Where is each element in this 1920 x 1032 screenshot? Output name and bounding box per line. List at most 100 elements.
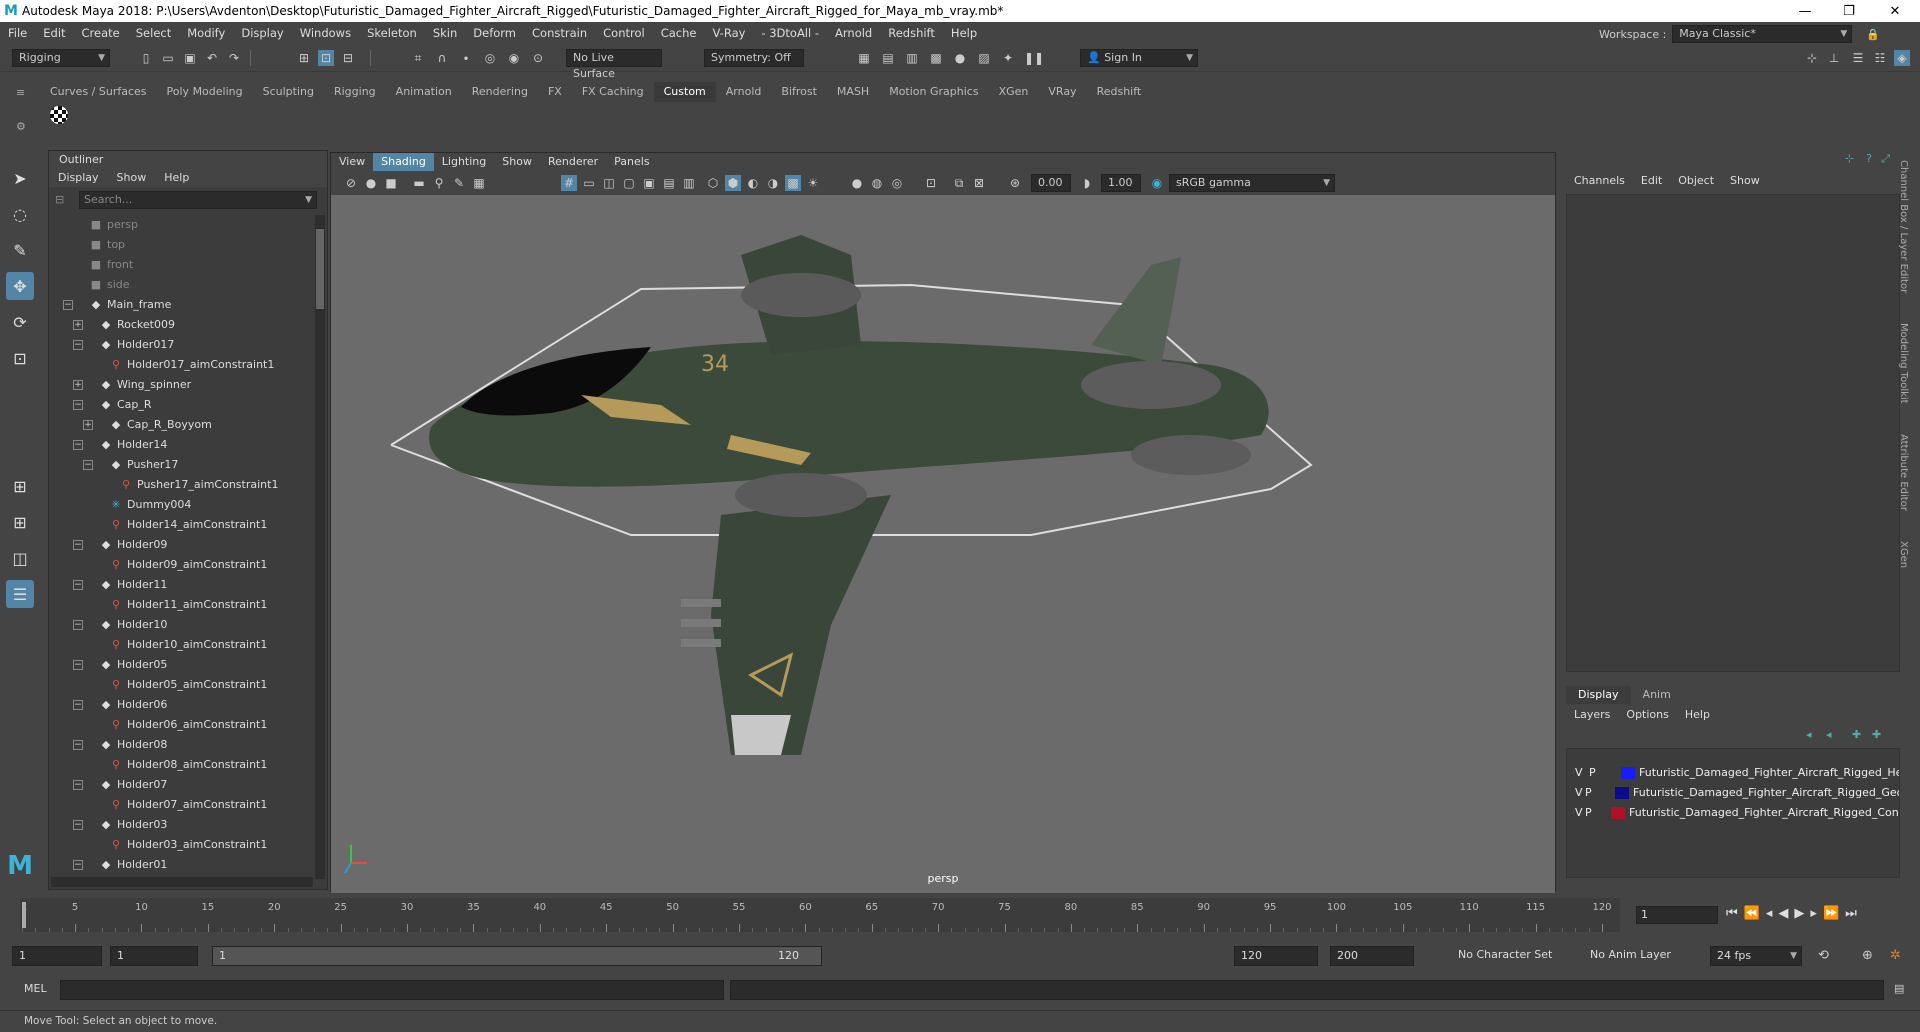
default-material-icon[interactable]: ◐ <box>745 175 761 191</box>
outliner-row[interactable]: ■ top <box>49 235 315 255</box>
outliner-search-input[interactable]: Search... ▼ <box>79 191 317 209</box>
current-frame-field[interactable]: 1 <box>1636 906 1718 924</box>
menu-select[interactable]: Select <box>128 22 179 44</box>
outliner-row[interactable]: − ◆ Holder01 <box>49 855 315 875</box>
outliner-row[interactable]: ⚲ Holder05_aimConstraint1 <box>49 675 315 695</box>
outliner-row[interactable]: − ◆ Main_frame <box>49 295 315 315</box>
lock-icon[interactable]: 🔒 <box>1866 28 1880 41</box>
render-settings-icon[interactable]: ▩ <box>928 50 944 66</box>
outliner-row[interactable]: + ◆ Cap_R_Boyyom <box>49 415 315 435</box>
menu-edit[interactable]: Edit <box>35 22 73 44</box>
shelf-tab-fx[interactable]: FX <box>538 82 572 102</box>
step-forward-frame-icon[interactable]: ▸ <box>1810 906 1817 921</box>
script-editor-icon[interactable]: ▤ <box>1894 982 1904 995</box>
collapse-icon[interactable]: − <box>73 700 83 710</box>
camera-select-icon[interactable]: ⊘ <box>343 175 359 191</box>
expand-icon[interactable]: + <box>83 420 93 430</box>
select-tool-icon[interactable]: ➤ <box>6 164 34 192</box>
character-set-dropdown[interactable]: No Character Set <box>1452 946 1562 966</box>
menu-deform[interactable]: Deform <box>465 22 524 44</box>
close-button[interactable]: ✕ <box>1872 0 1918 22</box>
outliner-row[interactable]: ⚲ Holder10_aimConstraint1 <box>49 635 315 655</box>
shelf-tab-rigging[interactable]: Rigging <box>324 82 386 102</box>
vray-ipr-icon[interactable]: ✦ <box>1000 50 1016 66</box>
layer-visibility-toggle[interactable]: V <box>1575 763 1583 783</box>
outliner-menu-display[interactable]: Display <box>49 169 108 187</box>
xray-icon[interactable]: ⧉ <box>951 175 967 191</box>
safe-action-icon[interactable]: ▤ <box>661 175 677 191</box>
resolution-gate-icon[interactable]: ◫ <box>601 175 617 191</box>
side-tab-attribute-editor[interactable]: Attribute Editor <box>1898 434 1909 511</box>
menu-windows[interactable]: Windows <box>292 22 359 44</box>
attribute-editor-icon[interactable]: ⊥ <box>1826 50 1842 66</box>
outliner-row[interactable]: ■ persp <box>49 215 315 235</box>
expand-icon[interactable]: + <box>73 320 83 330</box>
scene-start-field[interactable]: 1 <box>12 946 102 966</box>
viewport-menu-show[interactable]: Show <box>494 153 540 171</box>
outliner-row[interactable]: − ◆ Holder08 <box>49 735 315 755</box>
smooth-shade-icon[interactable]: ⬢ <box>725 175 741 191</box>
mel-label[interactable]: MEL <box>24 982 47 995</box>
viewport-3d-scene[interactable]: 34 persp <box>331 195 1555 893</box>
channel-box-icon[interactable]: ☷ <box>1872 50 1888 66</box>
channel-box-help-icon[interactable]: ? <box>1866 152 1872 165</box>
minimize-button[interactable]: — <box>1782 0 1828 22</box>
play-forward-icon[interactable]: ▶ <box>1794 906 1804 921</box>
loop-icon[interactable]: ⟲ <box>1818 948 1829 963</box>
menu-modify[interactable]: Modify <box>179 22 233 44</box>
rotate-tool-icon[interactable]: ⟳ <box>6 308 34 336</box>
outliner-row[interactable]: − ◆ Cap_R <box>49 395 315 415</box>
outliner-layout-icon[interactable]: ☰ <box>6 580 34 608</box>
select-hierarchy-icon[interactable]: ⊞ <box>296 50 312 66</box>
animation-prefs-icon[interactable]: ✲ <box>1890 948 1901 963</box>
collapse-icon[interactable]: − <box>63 300 73 310</box>
outliner-row[interactable]: ⚲ Holder06_aimConstraint1 <box>49 715 315 735</box>
image-plane-icon[interactable]: ▬ <box>411 175 427 191</box>
menu-cache[interactable]: Cache <box>653 22 705 44</box>
grid-icon[interactable]: # <box>561 175 577 191</box>
viewport-menu-lighting[interactable]: Lighting <box>434 153 494 171</box>
layer-move-down-icon[interactable]: ◂ <box>1826 728 1832 741</box>
menu-help[interactable]: Help <box>943 22 985 44</box>
layer-move-up-icon[interactable]: ◂ <box>1806 728 1812 741</box>
outliner-row[interactable]: − ◆ Holder017 <box>49 335 315 355</box>
shelf-tab-poly-modeling[interactable]: Poly Modeling <box>157 82 253 102</box>
film-gate-icon[interactable]: ▭ <box>581 175 597 191</box>
color-management-icon[interactable]: ◉ <box>1149 175 1165 191</box>
menu-create[interactable]: Create <box>74 22 128 44</box>
scene-end-field[interactable]: 200 <box>1330 946 1414 966</box>
workspace-dropdown[interactable]: Maya Classic* ▼ <box>1672 25 1853 43</box>
shelf-tab-rendering[interactable]: Rendering <box>462 82 538 102</box>
outliner-row[interactable]: ⚲ Holder017_aimConstraint1 <box>49 355 315 375</box>
outliner-row[interactable]: ✳ Dummy004 <box>49 495 315 515</box>
redo-icon[interactable]: ↷ <box>226 50 242 66</box>
move-tool-icon[interactable]: ✥ <box>6 272 34 300</box>
layer-playback-toggle[interactable]: P <box>1585 783 1592 803</box>
outliner-row[interactable]: ⚲ Pusher17_aimConstraint1 <box>49 475 315 495</box>
shelf-tab-sculpting[interactable]: Sculpting <box>253 82 324 102</box>
outliner-row[interactable]: ⚲ Holder09_aimConstraint1 <box>49 555 315 575</box>
xray-joints-icon[interactable]: ⊠ <box>971 175 987 191</box>
sign-in-button[interactable]: 👤 Sign In ▼ <box>1080 49 1198 67</box>
collapse-icon[interactable]: − <box>73 440 83 450</box>
outliner-row[interactable]: − ◆ Holder05 <box>49 655 315 675</box>
select-component-icon[interactable]: ⊟ <box>340 50 356 66</box>
isolate-select-icon[interactable]: ⊡ <box>923 175 939 191</box>
snap-grid-icon[interactable]: ⌗ <box>410 50 426 66</box>
motion-blur-icon[interactable]: ◎ <box>889 175 905 191</box>
viewport-menu-renderer[interactable]: Renderer <box>540 153 606 171</box>
layer-visibility-toggle[interactable]: V <box>1575 803 1583 823</box>
shelf-tab-redshift[interactable]: Redshift <box>1087 82 1152 102</box>
collapse-icon[interactable]: − <box>73 540 83 550</box>
shelf-tab-fx-caching[interactable]: FX Caching <box>572 82 654 102</box>
grid-toggle-icon[interactable]: ▦ <box>471 175 487 191</box>
hypershade-icon[interactable]: ● <box>952 50 968 66</box>
shelf-tab-custom[interactable]: Custom <box>653 82 716 102</box>
channel-box-menu-edit[interactable]: Edit <box>1633 172 1670 190</box>
outliner-menu-show[interactable]: Show <box>108 169 156 187</box>
maximize-button[interactable]: ❐ <box>1826 0 1872 22</box>
paint-select-tool-icon[interactable]: ✎ <box>6 236 34 264</box>
shelf-tab-arnold[interactable]: Arnold <box>716 82 772 102</box>
menu-skin[interactable]: Skin <box>425 22 465 44</box>
viewport-menu-view[interactable]: View <box>331 153 373 171</box>
